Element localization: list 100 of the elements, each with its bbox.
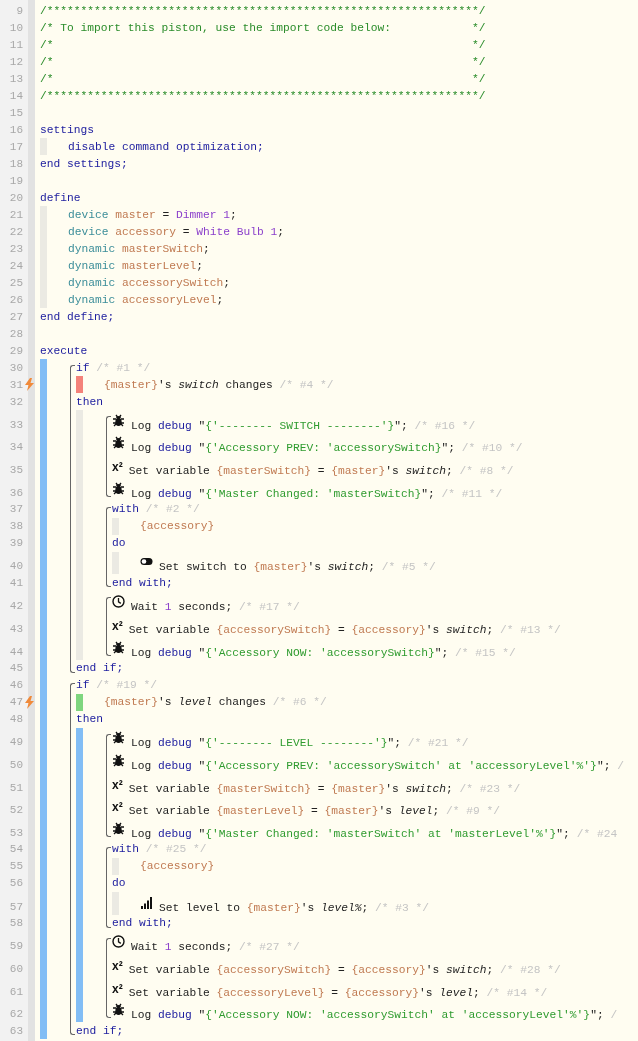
bug-icon [112,731,125,745]
line-number: 56 [8,877,23,890]
code-line: Set variable {masterSwitch} = {master}'s switch; /* #23 */ [128,782,521,796]
code-line: Set switch to {master}'s switch; /* #5 */ [159,561,436,575]
line-number: 20 [8,191,23,204]
code-line: Log debug "{'-------- SWITCH --------'}"; /* #16 */ [131,419,476,433]
code-line: end settings; [40,157,128,170]
bug-icon [112,753,125,767]
code-line: define [40,191,81,204]
line-number: 9 [15,4,23,17]
line-number: 17 [8,140,23,153]
line-number: 15 [8,106,23,119]
line-number: 16 [8,123,23,136]
code-line: /****************************************************************/ [40,4,486,17]
line-number: 36 [8,486,23,499]
line-number: 42 [8,600,23,613]
code-line: Log debug "{'Accessory NOW: 'accessorySwitch}"; /* #15 */ [131,646,516,660]
code-line: then [76,395,103,408]
line-number: 22 [8,225,23,238]
line-number: 33 [8,418,23,431]
clock-icon [112,935,125,949]
line-number: 55 [8,860,23,873]
line-number: 48 [8,713,23,725]
code-line: dynamic accessorySwitch; [68,276,231,289]
code-line: dynamic accessoryLevel; [68,293,224,306]
code-line: device accessory = White Bulb 1; [68,225,285,238]
code-line: if /* #19 */ [76,679,158,691]
line-number: 61 [8,985,23,998]
code-line: {accessory} [140,860,215,873]
code-line: with /* #2 */ [112,503,200,516]
code-line: settings [40,123,94,136]
code-line: Set level to {master}'s level%; /* #3 */ [159,901,430,915]
code-line: end with; [112,917,173,930]
code-line: Log debug "{'-------- LEVEL --------'}"; /* #21 */ [131,737,469,751]
code-line: Log debug "{'Accessory NOW: 'accessorySwitch' at 'accessoryLevel'%'}"; / [131,1009,618,1023]
line-number: 47 [8,696,23,708]
variable-icon: x² [112,778,123,791]
line-number: 19 [8,174,23,187]
line-number: 35 [8,464,23,477]
line-number: 40 [8,560,23,573]
line-number: 38 [8,520,23,533]
code-line: /****************************************************************/ [40,89,486,102]
line-number: 21 [8,208,23,221]
code-line: Log debug "{'Master Changed: 'masterSwitch}"; /* #11 */ [131,487,503,501]
code-line: end define; [40,310,115,323]
line-number: 13 [8,72,23,85]
line-number: 41 [8,576,23,589]
variable-icon: x² [112,960,123,972]
line-number: 44 [8,645,23,658]
code-line: disable command optimization; [68,140,264,153]
line-number: 24 [8,259,23,272]
code-line: Set variable {accessoryLevel} = {accessory}'s level; /* #14 */ [128,986,548,1000]
line-number: 27 [8,310,23,323]
bug-icon [112,821,125,835]
line-number: 58 [8,917,23,930]
code-line: Set variable {accessorySwitch} = {accessory}'s switch; /* #13 */ [128,623,561,637]
code-line: {master}'s switch changes /* #4 */ [104,378,334,391]
code-line: Log debug "{'Master Changed: 'masterSwitch' at 'masterLevel'%'}"; /* #24 [131,827,618,841]
code-line: then [76,713,103,725]
code-line: /* */ [40,55,486,68]
code-line: Wait 1 seconds; /* #27 */ [131,941,300,955]
bug-icon [112,413,125,427]
code-line: end with; [112,576,173,589]
line-number: 54 [8,843,23,856]
line-number: 46 [8,679,23,691]
line-number: 31 [8,378,23,391]
line-number: 37 [8,503,23,516]
code-line: do [112,537,126,550]
line-number: 12 [8,55,23,68]
line-number: 14 [8,89,23,102]
code-line: do [112,877,126,890]
line-number: 29 [8,344,23,357]
signal-bars-icon [140,895,153,909]
line-number: 45 [8,662,23,674]
code-line: device master = Dimmer 1; [68,208,237,221]
code-line: Log debug "{'Accessory PREV: 'accessorySwitch' at 'accessoryLevel'%'}"; / [131,759,624,773]
line-number: 52 [8,804,23,817]
line-number: 11 [8,38,23,51]
line-number: 51 [8,781,23,794]
variable-icon: x² [112,619,123,632]
bug-icon [112,436,125,450]
code-line: end if; [76,1024,124,1037]
code-line: end if; [76,662,124,674]
line-number: 34 [8,441,23,454]
line-number: 26 [8,293,23,306]
code-line: /* */ [40,38,486,51]
code-line: execute [40,344,88,357]
code-line: /* To import this piston, use the import code below: */ [40,21,486,34]
code-line: Wait 1 seconds; /* #17 */ [131,601,300,615]
line-number: 63 [8,1024,23,1037]
line-number: 10 [8,21,23,34]
code-line: dynamic masterSwitch; [68,242,210,255]
line-number: 43 [8,622,23,635]
variable-icon: x² [112,982,123,995]
code-line: Set variable {accessorySwitch} = {accessory}'s switch; /* #28 */ [128,964,561,977]
bug-icon [112,640,125,654]
line-number: 62 [8,1008,23,1021]
variable-icon: x² [112,801,123,814]
line-number: 50 [8,758,23,771]
code-line: dynamic masterLevel; [68,259,204,272]
